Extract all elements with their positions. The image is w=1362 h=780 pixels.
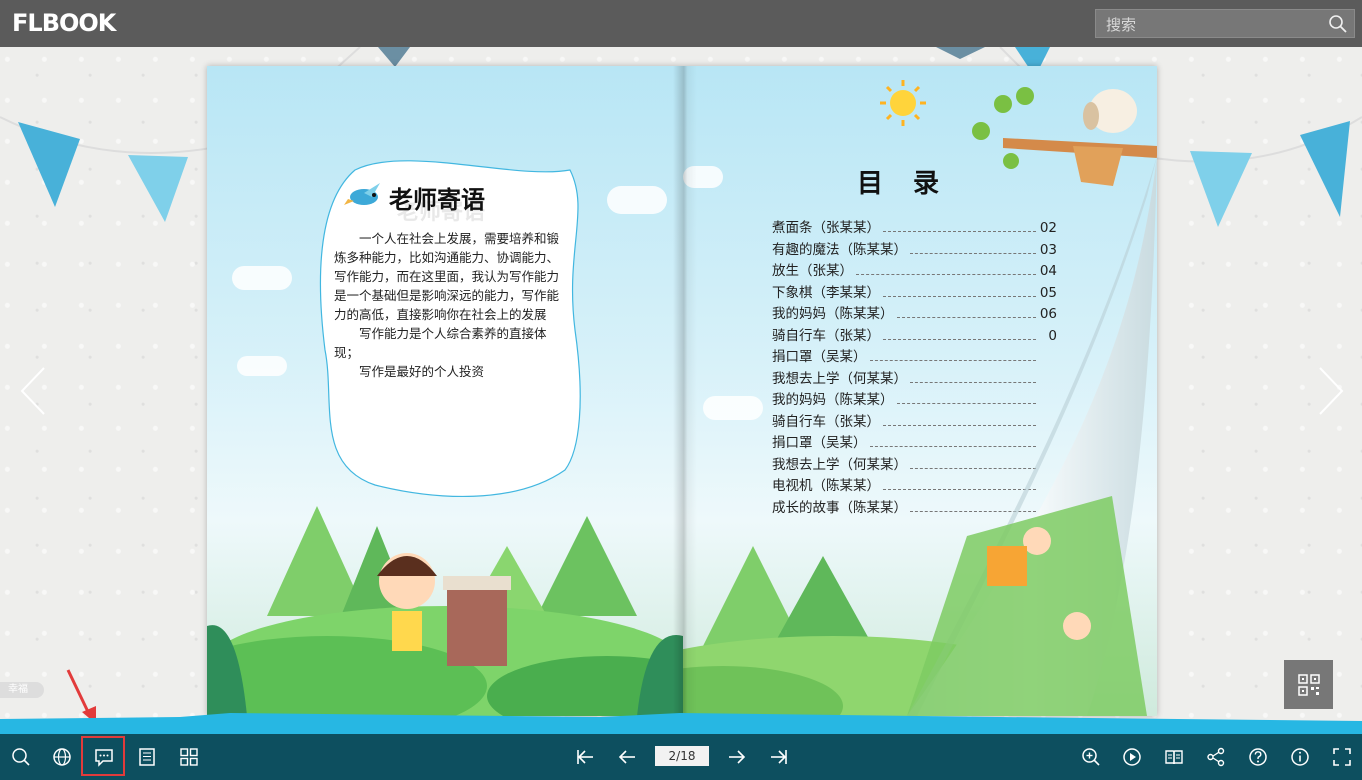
toc-item-page: 04 bbox=[1039, 263, 1057, 279]
toc-item-page: 05 bbox=[1039, 284, 1057, 301]
sun-icon bbox=[880, 80, 926, 126]
toc-title: 目录 bbox=[857, 169, 970, 199]
next-page-button[interactable] bbox=[725, 745, 749, 769]
top-bar: FLBOOK bbox=[0, 0, 1362, 47]
toc-item-label: 有趣的魔法（陈某某） bbox=[772, 241, 907, 258]
toc-item[interactable]: 捐口罩（吴某） bbox=[772, 345, 1057, 367]
message-paragraph: 写作能力是个人综合素养的直接体现； bbox=[334, 326, 547, 360]
bird-icon bbox=[344, 183, 380, 205]
toc-item-label: 我想去上学（何某某） bbox=[772, 370, 907, 387]
help-button[interactable] bbox=[1246, 745, 1270, 769]
toc-item-label: 我的妈妈（陈某某） bbox=[772, 392, 894, 408]
toc-item-label: 放生（张某） bbox=[772, 263, 853, 279]
search-icon[interactable] bbox=[1328, 14, 1348, 34]
toc-item[interactable]: 骑自行车（张某） bbox=[772, 410, 1057, 432]
toc-item-label: 捐口罩（吴某） bbox=[772, 349, 867, 365]
search-box bbox=[1095, 9, 1355, 39]
toc-item-page: 02 bbox=[1039, 220, 1057, 236]
toc-item-label: 电视机（陈某某） bbox=[772, 478, 880, 494]
toc-item[interactable]: 我的妈妈（陈某某） 06 bbox=[772, 302, 1057, 324]
fullscreen-icon bbox=[1333, 748, 1351, 766]
prev-page-button[interactable] bbox=[615, 745, 639, 769]
search-button[interactable] bbox=[9, 745, 33, 769]
page-indicator[interactable]: 2/18 bbox=[655, 746, 709, 766]
help-icon bbox=[1249, 748, 1267, 766]
next-page-arrow[interactable] bbox=[1316, 366, 1346, 416]
cloud bbox=[703, 396, 763, 420]
toc-item[interactable]: 我想去上学（何某某） bbox=[772, 367, 1057, 389]
toc-item[interactable]: 放生（张某） 04 bbox=[772, 259, 1057, 281]
toc-item-page: 03 bbox=[1039, 241, 1057, 258]
toc-item-page: 0 bbox=[1048, 327, 1057, 344]
table-of-contents-button[interactable] bbox=[135, 745, 159, 769]
toc-item[interactable]: 煮面条（张某某） 02 bbox=[772, 216, 1057, 238]
toc-item-label: 捐口罩（吴某） bbox=[772, 435, 867, 451]
info-button[interactable] bbox=[1288, 745, 1312, 769]
comment-icon bbox=[95, 749, 113, 767]
flipbook[interactable]: 老师寄语 老师寄语 一个人在社会上发展，需要培养和锻炼多种能力，比如沟通能力、协… bbox=[207, 66, 1157, 716]
toc-item[interactable]: 电视机（陈某某） bbox=[772, 474, 1057, 496]
share-button[interactable] bbox=[1204, 745, 1228, 769]
first-page-icon bbox=[577, 750, 593, 764]
document-icon bbox=[139, 748, 155, 766]
teacher-title: 老师寄语 bbox=[389, 186, 485, 214]
toc-item-label: 煮面条（张某某） bbox=[772, 220, 880, 236]
language-button[interactable] bbox=[50, 745, 74, 769]
landscape-illustration bbox=[683, 546, 1073, 716]
left-page[interactable]: 老师寄语 老师寄语 一个人在社会上发展，需要培养和锻炼多种能力，比如沟通能力、协… bbox=[207, 66, 683, 716]
globe-icon bbox=[53, 748, 71, 766]
autoplay-button[interactable] bbox=[1120, 745, 1144, 769]
toc-item-label: 骑自行车（张某） bbox=[772, 327, 880, 344]
toc-item[interactable]: 我想去上学（何某某） bbox=[772, 453, 1057, 475]
first-page-button[interactable] bbox=[573, 745, 597, 769]
teacher-message-text: 一个人在社会上发展，需要培养和锻炼多种能力，比如沟通能力、协调能力、写作能力，而… bbox=[334, 229, 564, 381]
toc-item-label: 成长的故事（陈某某） bbox=[772, 499, 907, 516]
toc-item-label: 骑自行车（张某） bbox=[772, 413, 880, 430]
bottom-wave bbox=[0, 713, 1362, 735]
prev-page-icon bbox=[618, 750, 635, 764]
message-paragraph: 一个人在社会上发展，需要培养和锻炼多种能力，比如沟通能力、协调能力、写作能力，而… bbox=[334, 231, 560, 322]
qr-code-button[interactable] bbox=[1284, 660, 1333, 709]
zoom-in-button[interactable] bbox=[1079, 745, 1103, 769]
table-of-contents: 煮面条（张某某） 02 有趣的魔法（陈某某） 03 放生（张某） 04 下象棋（李某某… bbox=[772, 216, 1057, 517]
toc-item[interactable]: 骑自行车（张某） 0 bbox=[772, 324, 1057, 346]
toc-item[interactable]: 成长的故事（陈某某） bbox=[772, 496, 1057, 518]
side-tag[interactable]: 幸福 bbox=[0, 682, 44, 698]
cloud bbox=[607, 186, 667, 214]
toc-item[interactable]: 下象棋（李某某） 05 bbox=[772, 281, 1057, 303]
toc-item[interactable]: 有趣的魔法（陈某某） 03 bbox=[772, 238, 1057, 260]
toc-item[interactable]: 我的妈妈（陈某某） bbox=[772, 388, 1057, 410]
app-logo[interactable]: FLBOOK bbox=[12, 9, 116, 37]
last-page-button[interactable] bbox=[767, 745, 791, 769]
info-icon bbox=[1291, 748, 1309, 766]
fullscreen-button[interactable] bbox=[1330, 745, 1354, 769]
toc-item[interactable]: 捐口罩（吴某） bbox=[772, 431, 1057, 453]
grid-icon bbox=[180, 748, 198, 766]
book-icon bbox=[1165, 750, 1183, 765]
landscape-illustration bbox=[207, 506, 683, 716]
play-icon bbox=[1123, 748, 1141, 766]
toc-item-label: 我的妈妈（陈某某） bbox=[772, 306, 894, 322]
branch-dog-illustration bbox=[972, 87, 1157, 186]
zoom-in-icon bbox=[1082, 748, 1100, 766]
toc-item-label: 我想去上学（何某某） bbox=[772, 456, 907, 473]
share-icon bbox=[1207, 747, 1225, 767]
toc-item-page: 06 bbox=[1039, 306, 1057, 322]
qr-code-icon bbox=[1297, 673, 1320, 696]
message-paragraph: 写作是最好的个人投资 bbox=[359, 364, 485, 379]
thumbnails-button[interactable] bbox=[177, 745, 201, 769]
search-input[interactable] bbox=[1096, 10, 1328, 39]
toc-item-label: 下象棋（李某某） bbox=[772, 284, 880, 301]
previous-page-arrow[interactable] bbox=[18, 366, 48, 416]
cloud bbox=[232, 266, 292, 290]
search-icon bbox=[12, 748, 30, 766]
last-page-icon bbox=[771, 750, 787, 764]
single-page-button[interactable] bbox=[1162, 745, 1186, 769]
next-page-icon bbox=[729, 750, 746, 764]
comment-button[interactable] bbox=[92, 745, 116, 769]
cloud bbox=[237, 356, 287, 376]
book-spine bbox=[673, 66, 697, 716]
bottom-toolbar: 2/18 bbox=[0, 734, 1362, 780]
